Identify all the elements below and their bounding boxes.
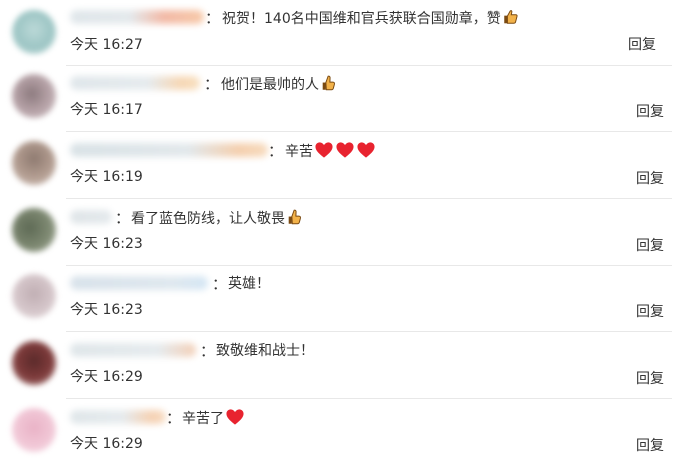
comment-time: 今天 16:23 (70, 236, 143, 252)
username[interactable] (70, 10, 204, 24)
reply-button[interactable]: 回复 (636, 369, 664, 389)
username[interactable] (70, 210, 112, 224)
colon: ： (268, 142, 284, 160)
avatar[interactable] (12, 408, 56, 452)
avatar[interactable] (12, 341, 56, 385)
comment-text: 辛苦 (285, 141, 376, 162)
comment-item: ： 辛苦了 今天 16:29 回复 (0, 400, 680, 466)
heart-icon (357, 142, 375, 158)
thumbs-up-icon (322, 75, 335, 91)
comment-time: 今天 16:17 (70, 102, 143, 118)
comment-item: ： 英雄！ 今天 16:23 回复 (0, 266, 680, 332)
reply-button[interactable]: 回复 (636, 436, 664, 456)
divider (66, 331, 672, 332)
divider (66, 131, 672, 132)
divider (66, 398, 672, 399)
avatar[interactable] (12, 208, 56, 252)
reply-button[interactable]: 回复 (636, 236, 664, 256)
colon: ： (200, 342, 216, 360)
comment-item: ： 辛苦 今天 16:19 回复 (0, 133, 680, 199)
comment-text: 英雄！ (228, 276, 270, 292)
comment-item: ： 他们是最帅的人 今天 16:17 回复 (0, 66, 680, 132)
comment-item: ： 祝贺！140名中国维和官兵获联合国勋章，赞 今天 16:27 回复 (0, 0, 680, 66)
username[interactable] (70, 276, 208, 290)
username[interactable] (70, 410, 166, 424)
reply-button[interactable]: 回复 (636, 302, 664, 322)
colon: ： (205, 9, 221, 27)
reply-button[interactable]: 回复 (636, 169, 664, 189)
divider (66, 198, 672, 199)
colon: ： (204, 75, 220, 93)
comment-time: 今天 16:19 (70, 169, 143, 185)
reply-button[interactable]: 回复 (636, 102, 664, 122)
comment-time: 今天 16:23 (70, 302, 143, 318)
comment-item: ： 致敬维和战士！ 今天 16:29 回复 (0, 333, 680, 399)
comment-time: 今天 16:27 (70, 37, 143, 53)
comment-text: 致敬维和战士！ (216, 343, 314, 359)
comment-text: 辛苦了 (182, 408, 245, 429)
comment-item: ： 看了蓝色防线，让人敬畏 今天 16:23 回复 (0, 200, 680, 266)
thumbs-up-icon (288, 209, 301, 225)
comment-list: ： 祝贺！140名中国维和官兵获联合国勋章，赞 今天 16:27 回复 ： 他们… (0, 0, 680, 467)
reply-button[interactable]: 回复 (628, 35, 656, 55)
heart-icon (226, 409, 244, 425)
avatar[interactable] (12, 274, 56, 318)
username[interactable] (70, 343, 196, 357)
comment-text: 祝贺！140名中国维和官兵获联合国勋章，赞 (222, 8, 520, 29)
heart-icon (336, 142, 354, 158)
comment-time: 今天 16:29 (70, 436, 143, 452)
colon: ： (166, 409, 182, 427)
avatar[interactable] (12, 10, 56, 54)
avatar[interactable] (12, 74, 56, 118)
username[interactable] (70, 143, 268, 157)
comment-time: 今天 16:29 (70, 369, 143, 385)
colon: ： (115, 209, 131, 227)
username[interactable] (70, 76, 200, 90)
heart-icon (315, 142, 333, 158)
comment-text: 他们是最帅的人 (221, 74, 338, 95)
comment-text: 看了蓝色防线，让人敬畏 (131, 208, 304, 229)
thumbs-up-icon (503, 10, 518, 24)
avatar[interactable] (12, 141, 56, 185)
colon: ： (212, 275, 228, 293)
